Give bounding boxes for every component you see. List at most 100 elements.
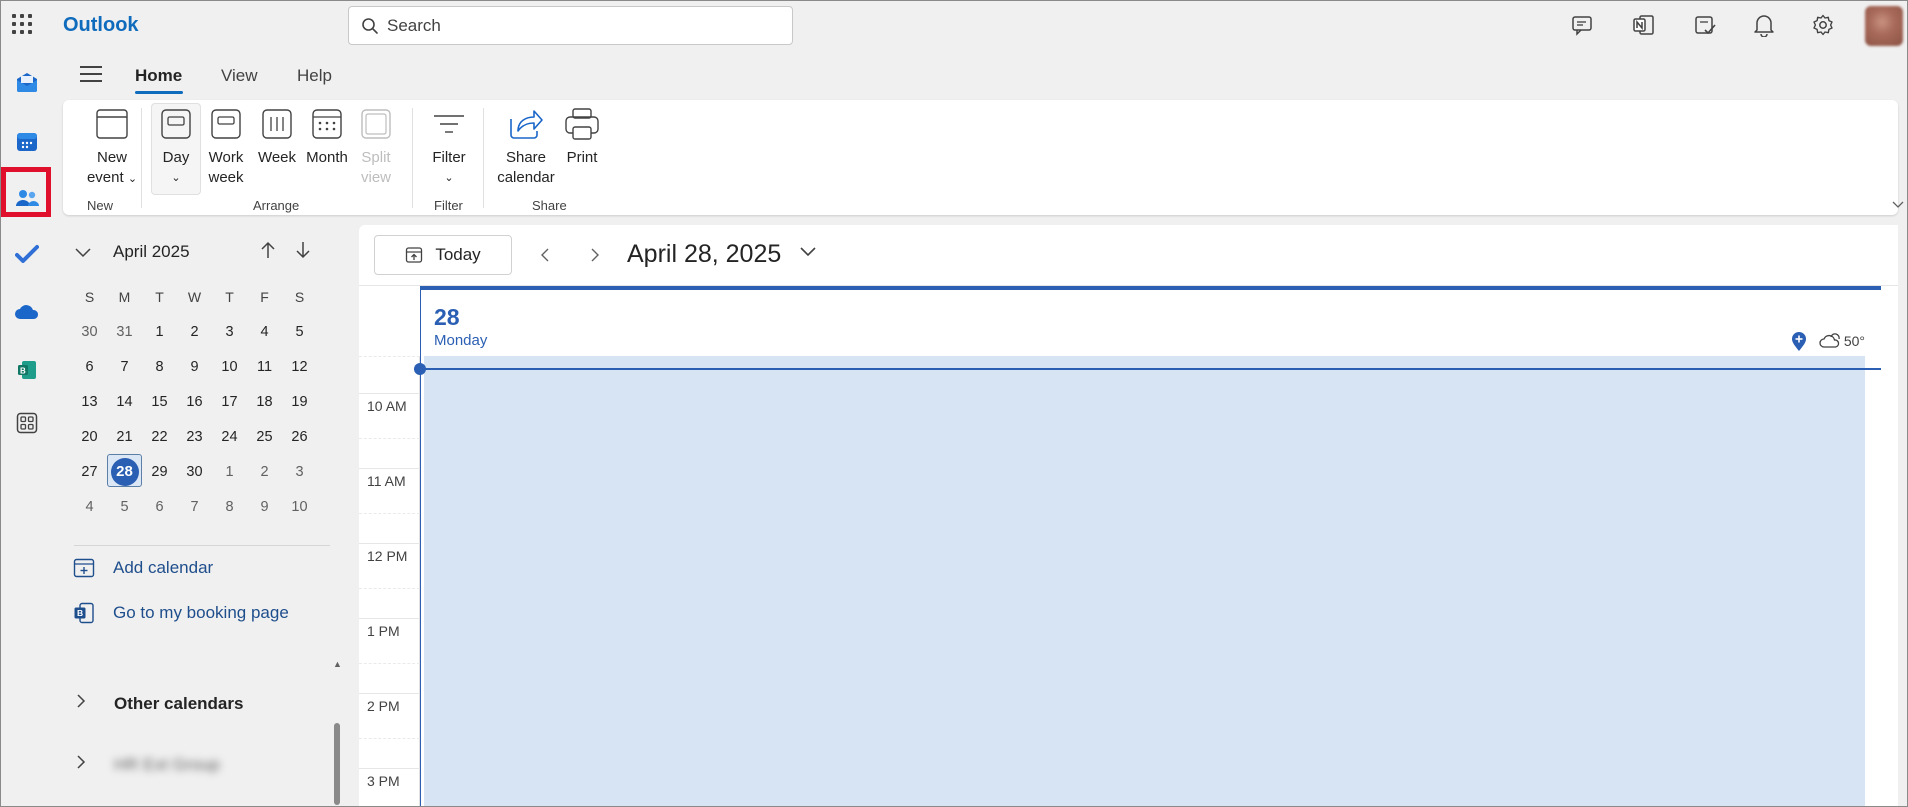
menu-icon[interactable] bbox=[80, 64, 102, 82]
date-cell[interactable]: 13 bbox=[72, 384, 107, 419]
date-cell[interactable]: 7 bbox=[107, 349, 142, 384]
month-view-button[interactable]: Month bbox=[299, 106, 355, 168]
tab-view[interactable]: View bbox=[221, 66, 258, 86]
weekday-label: S bbox=[294, 288, 305, 305]
collapse-chevron-icon[interactable] bbox=[75, 245, 91, 261]
date-cell[interactable]: 20 bbox=[72, 419, 107, 454]
date-cell[interactable]: 7 bbox=[177, 489, 212, 524]
date-cell[interactable]: 3 bbox=[282, 454, 317, 489]
date-cell[interactable]: 30 bbox=[177, 454, 212, 489]
date-cell[interactable]: 6 bbox=[72, 349, 107, 384]
onenote-icon[interactable] bbox=[1630, 11, 1658, 39]
app-title[interactable]: Outlook bbox=[63, 14, 139, 37]
avatar[interactable] bbox=[1865, 6, 1903, 46]
date-cell[interactable]: 30 bbox=[72, 314, 107, 349]
todo-app-icon[interactable] bbox=[7, 234, 47, 274]
calendar-main: Today April 28, 2025 10 AM 11 AM 12 PM 1… bbox=[359, 225, 1898, 807]
day-column-header[interactable]: 28 Monday 50° bbox=[420, 286, 1881, 356]
work-week-button[interactable]: Work week bbox=[203, 106, 249, 188]
date-cell[interactable]: 29 bbox=[142, 454, 177, 489]
search-input[interactable] bbox=[387, 13, 767, 39]
date-cell[interactable]: 9 bbox=[177, 349, 212, 384]
split-view-button[interactable]: Split view bbox=[353, 106, 399, 188]
date-cell[interactable]: 22 bbox=[142, 419, 177, 454]
gear-icon[interactable] bbox=[1809, 11, 1837, 39]
time-label: 1 PM bbox=[367, 623, 400, 639]
date-cell[interactable]: 18 bbox=[247, 384, 282, 419]
hour-line bbox=[359, 618, 420, 619]
date-cell[interactable]: 9 bbox=[247, 489, 282, 524]
date-cell[interactable]: 5 bbox=[107, 489, 142, 524]
filter-button[interactable]: Filter ⌄ bbox=[419, 106, 479, 188]
date-cell[interactable]: 10 bbox=[282, 489, 317, 524]
date-cell[interactable]: 26 bbox=[282, 419, 317, 454]
group-calendar-item[interactable]: HR Ext Group bbox=[76, 754, 220, 775]
previous-month-arrow-icon[interactable] bbox=[260, 240, 276, 263]
date-cell[interactable]: 23 bbox=[177, 419, 212, 454]
date-cell[interactable]: 31 bbox=[107, 314, 142, 349]
date-cell[interactable]: 24 bbox=[212, 419, 247, 454]
date-cell[interactable]: 2 bbox=[247, 454, 282, 489]
people-icon[interactable] bbox=[7, 178, 47, 218]
current-time-line bbox=[417, 368, 1884, 370]
week-view-button[interactable]: Week bbox=[253, 106, 301, 168]
bell-icon[interactable] bbox=[1750, 11, 1778, 39]
app-launcher-icon[interactable] bbox=[11, 13, 33, 35]
calendar-today-icon bbox=[405, 246, 423, 264]
date-cell[interactable]: 10 bbox=[212, 349, 247, 384]
date-cell[interactable]: 3 bbox=[212, 314, 247, 349]
date-cell[interactable]: 11 bbox=[247, 349, 282, 384]
date-cell[interactable]: 1 bbox=[142, 314, 177, 349]
date-cell[interactable]: 21 bbox=[107, 419, 142, 454]
scroll-up-arrow-icon[interactable]: ▲ bbox=[333, 659, 342, 669]
date-cell[interactable]: 8 bbox=[212, 489, 247, 524]
booking-page-link[interactable]: B Go to my booking page bbox=[72, 601, 289, 625]
next-day-chevron-icon[interactable] bbox=[583, 243, 607, 267]
scrollbar-thumb[interactable] bbox=[334, 723, 340, 805]
date-cell[interactable]: 5 bbox=[282, 314, 317, 349]
share-calendar-button[interactable]: Share calendar bbox=[491, 106, 561, 188]
print-button[interactable]: Print bbox=[557, 106, 607, 168]
tab-home[interactable]: Home bbox=[135, 66, 182, 86]
date-cell[interactable]: 14 bbox=[107, 384, 142, 419]
date-cell[interactable]: 17 bbox=[212, 384, 247, 419]
date-cell[interactable]: 16 bbox=[177, 384, 212, 419]
chat-icon[interactable] bbox=[1569, 11, 1597, 39]
date-cell[interactable]: 27 bbox=[72, 454, 107, 489]
tab-help[interactable]: Help bbox=[297, 66, 332, 86]
date-cell[interactable]: 4 bbox=[72, 489, 107, 524]
date-cell[interactable]: 12 bbox=[282, 349, 317, 384]
work-week-label-2: week bbox=[208, 169, 244, 186]
bookings-icon[interactable]: B bbox=[7, 350, 47, 390]
calendar-icon[interactable] bbox=[7, 122, 47, 162]
date-cell[interactable]: 2 bbox=[177, 314, 212, 349]
previous-day-chevron-icon[interactable] bbox=[533, 243, 557, 267]
selected-date-cell[interactable]: 28 bbox=[107, 454, 142, 489]
weather-widget[interactable]: 50° bbox=[1790, 330, 1865, 352]
day-view-button[interactable]: Day ⌄ bbox=[151, 106, 201, 188]
date-cell[interactable]: 19 bbox=[282, 384, 317, 419]
day-view-icon bbox=[158, 106, 194, 142]
current-date-title[interactable]: April 28, 2025 bbox=[627, 240, 781, 269]
date-cell[interactable]: 4 bbox=[247, 314, 282, 349]
weather-temperature: 50° bbox=[1843, 333, 1865, 349]
date-cell[interactable]: 15 bbox=[142, 384, 177, 419]
other-calendars-group[interactable]: Other calendars bbox=[76, 693, 243, 714]
add-calendar-link[interactable]: Add calendar bbox=[72, 556, 213, 580]
next-month-arrow-icon[interactable] bbox=[295, 240, 311, 263]
cloud-icon bbox=[1818, 333, 1842, 349]
chevron-down-icon[interactable] bbox=[799, 245, 817, 261]
onedrive-icon[interactable] bbox=[7, 292, 47, 332]
date-cell[interactable]: 1 bbox=[212, 454, 247, 489]
date-cell[interactable]: 25 bbox=[247, 419, 282, 454]
more-apps-icon[interactable] bbox=[7, 403, 47, 443]
ribbon-expand-icon[interactable] bbox=[1892, 196, 1904, 212]
today-button[interactable]: Today bbox=[374, 235, 512, 275]
new-event-button[interactable]: New event ⌄ bbox=[77, 106, 147, 189]
search-box[interactable] bbox=[348, 6, 793, 45]
date-cell[interactable]: 6 bbox=[142, 489, 177, 524]
mail-icon[interactable] bbox=[7, 62, 47, 102]
date-cell[interactable]: 8 bbox=[142, 349, 177, 384]
todo-icon[interactable] bbox=[1691, 11, 1719, 39]
day-time-slots[interactable] bbox=[424, 356, 1865, 807]
